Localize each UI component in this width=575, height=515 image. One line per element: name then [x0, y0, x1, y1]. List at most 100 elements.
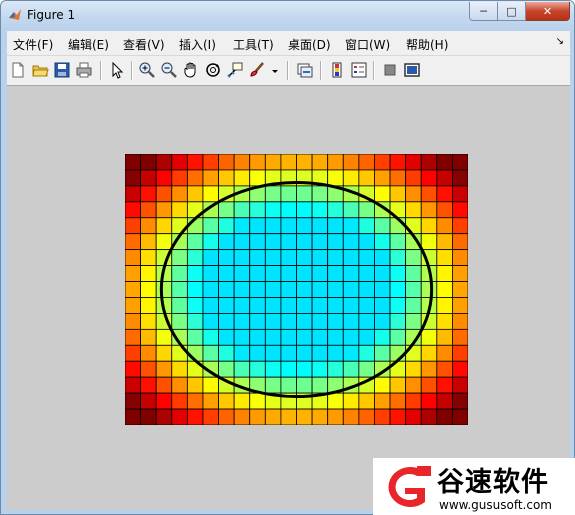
menu-desktop[interactable]: 桌面(D)	[288, 36, 331, 53]
mesh-cell	[327, 281, 344, 298]
insert-colorbar-icon[interactable]	[328, 61, 346, 79]
mesh-cell	[140, 265, 157, 282]
print-icon[interactable]	[75, 61, 93, 79]
insert-legend-icon[interactable]	[350, 61, 368, 79]
mesh-cell	[327, 249, 344, 266]
mesh-cell	[155, 233, 173, 251]
mesh-cell	[125, 169, 141, 187]
mesh-cell	[436, 360, 453, 378]
mesh-cell	[374, 233, 391, 251]
mesh-cell	[171, 249, 188, 266]
mesh-cell	[186, 249, 204, 266]
mesh-cell	[155, 217, 173, 235]
menu-tools[interactable]: 工具(T)	[233, 36, 274, 53]
mesh-cell	[374, 154, 391, 171]
watermark-name: 谷速软件	[437, 467, 549, 498]
menu-edit[interactable]: 编辑(E)	[68, 36, 109, 53]
mesh-cell	[125, 376, 141, 394]
mesh-cell	[280, 376, 297, 394]
data-cursor-icon[interactable]	[226, 61, 244, 79]
hide-plot-tools-icon[interactable]	[381, 61, 399, 79]
pcolor-plot[interactable]	[125, 154, 468, 425]
mesh-cell	[202, 408, 219, 425]
menu-help[interactable]: 帮助(H)	[406, 36, 448, 53]
pan-hand-icon[interactable]	[182, 61, 200, 79]
mesh-cell	[218, 265, 235, 282]
mesh-cell	[140, 217, 157, 235]
menu-insert[interactable]: 插入(I)	[179, 36, 216, 53]
save-icon[interactable]	[53, 61, 71, 79]
mesh-cell	[452, 154, 468, 171]
new-figure-icon[interactable]	[9, 61, 27, 79]
mesh-cell	[296, 233, 313, 251]
menu-view[interactable]: 查看(V)	[123, 36, 165, 53]
mesh-cell	[140, 328, 157, 346]
mesh-cell	[155, 154, 173, 171]
open-file-icon[interactable]	[31, 61, 49, 79]
mesh-cell	[436, 328, 453, 346]
mesh-cell	[436, 249, 453, 266]
mesh-cell	[155, 201, 173, 219]
mesh-cell	[311, 185, 329, 203]
mesh-cell	[358, 169, 375, 187]
mesh-cell	[125, 360, 141, 378]
mesh-cell	[327, 217, 344, 235]
brush-dropdown-icon[interactable]	[266, 61, 278, 79]
figure-canvas[interactable]	[7, 86, 570, 510]
mesh-cell	[218, 360, 235, 378]
mesh-cell	[186, 265, 204, 282]
mesh-cell	[374, 408, 391, 425]
mesh-cell	[264, 217, 282, 235]
menu-overflow-icon[interactable]: ↘	[556, 36, 564, 47]
mesh-cell	[218, 344, 235, 362]
rotate-3d-icon[interactable]	[204, 61, 222, 79]
zoom-in-icon[interactable]	[138, 61, 156, 79]
mesh-cell	[218, 154, 235, 171]
maximize-button[interactable]: □	[498, 2, 526, 21]
edit-plot-arrow-icon[interactable]	[108, 61, 126, 79]
mesh-cell	[311, 328, 329, 346]
mesh-cell	[327, 313, 344, 330]
mesh-cell	[296, 201, 313, 219]
show-plot-tools-icon[interactable]	[403, 61, 421, 79]
mesh-cell	[233, 313, 251, 330]
mesh-cell	[311, 154, 329, 171]
zoom-out-icon[interactable]	[160, 61, 178, 79]
minimize-button[interactable]: ─	[469, 2, 498, 21]
mesh-cell	[436, 185, 453, 203]
mesh-cell	[186, 154, 204, 171]
mesh-cell	[436, 376, 453, 394]
mesh-cell	[233, 344, 251, 362]
mesh-cell	[280, 281, 297, 298]
mesh-cell	[233, 360, 251, 378]
menu-file[interactable]: 文件(F)	[13, 36, 53, 53]
brush-icon[interactable]	[248, 61, 266, 79]
mesh-cell	[296, 408, 313, 425]
mesh-cell	[342, 313, 360, 330]
title-bar[interactable]: Figure 1 ─ □ ✕	[1, 1, 574, 31]
mesh-cell	[311, 249, 329, 266]
mesh-cell	[405, 169, 422, 187]
mesh-cell	[436, 169, 453, 187]
mesh-cell	[186, 281, 204, 298]
mesh-cell	[296, 281, 313, 298]
mesh-cell	[280, 344, 297, 362]
mesh-cell	[311, 233, 329, 251]
close-button[interactable]: ✕	[526, 2, 570, 21]
mesh-cell	[452, 185, 468, 203]
menu-window[interactable]: 窗口(W)	[345, 36, 390, 53]
mesh-cell	[202, 265, 219, 282]
mesh-cell	[374, 344, 391, 362]
mesh-cell	[280, 217, 297, 235]
mesh-cell	[280, 297, 297, 314]
mesh-cell	[420, 328, 438, 346]
mesh-cell	[171, 376, 188, 394]
mesh-cell	[171, 392, 188, 410]
mesh-cell	[171, 297, 188, 314]
mesh-cell	[389, 408, 407, 425]
mesh-cell	[374, 265, 391, 282]
mesh-cell	[140, 169, 157, 187]
mesh-cell	[420, 233, 438, 251]
link-plot-icon[interactable]	[296, 61, 314, 79]
mesh-cell	[405, 408, 422, 425]
